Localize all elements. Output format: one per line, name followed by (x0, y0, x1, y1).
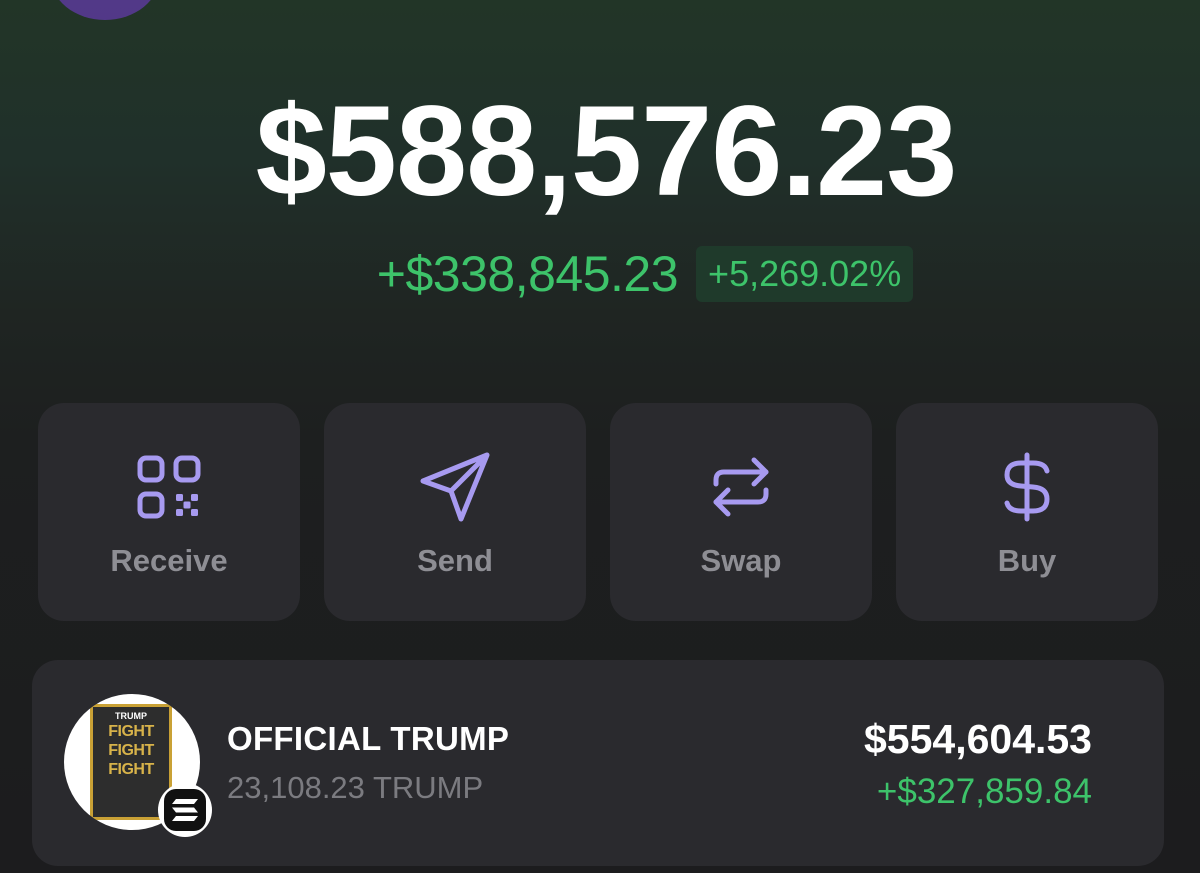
swap-button[interactable]: Swap (610, 403, 872, 621)
qr-code-icon (133, 451, 205, 523)
swap-label: Swap (700, 543, 782, 578)
token-value: $554,604.53 (863, 716, 1092, 762)
receive-button[interactable]: Receive (38, 403, 300, 621)
token-art-fight-3: FIGHT (108, 761, 154, 778)
solana-icon (164, 789, 206, 831)
account-avatar[interactable] (50, 0, 160, 20)
token-art-caption: TRUMP (115, 711, 147, 721)
receive-label: Receive (110, 543, 228, 578)
token-art-fight-2: FIGHT (108, 742, 154, 759)
total-balance: $588,576.23 (255, 80, 958, 223)
send-label: Send (417, 543, 493, 578)
solana-chain-badge (158, 783, 212, 837)
send-button[interactable]: Send (324, 403, 586, 621)
token-art-fight-1: FIGHT (108, 723, 154, 740)
token-row-official-trump[interactable]: TRUMP FIGHT FIGHT FIGHT OFFICIAL TRUMP 2… (32, 660, 1164, 866)
buy-button[interactable]: Buy (896, 403, 1158, 621)
token-name: OFFICIAL TRUMP (227, 720, 510, 757)
balance-change-row: +$338,845.23 +5,269.02% (0, 246, 1200, 302)
buy-label: Buy (997, 543, 1057, 578)
token-change: +$327,859.84 (876, 772, 1092, 811)
action-buttons-row: Receive Send Swap Buy (38, 403, 1158, 621)
token-quantity: 23,108.23 TRUMP (227, 770, 484, 805)
swap-arrows-icon (705, 451, 777, 523)
balance-change-amount: +$338,845.23 (376, 246, 679, 302)
send-arrow-icon (419, 451, 491, 523)
balance-change-percent-badge: +5,269.02% (696, 246, 914, 302)
dollar-icon (991, 451, 1063, 523)
